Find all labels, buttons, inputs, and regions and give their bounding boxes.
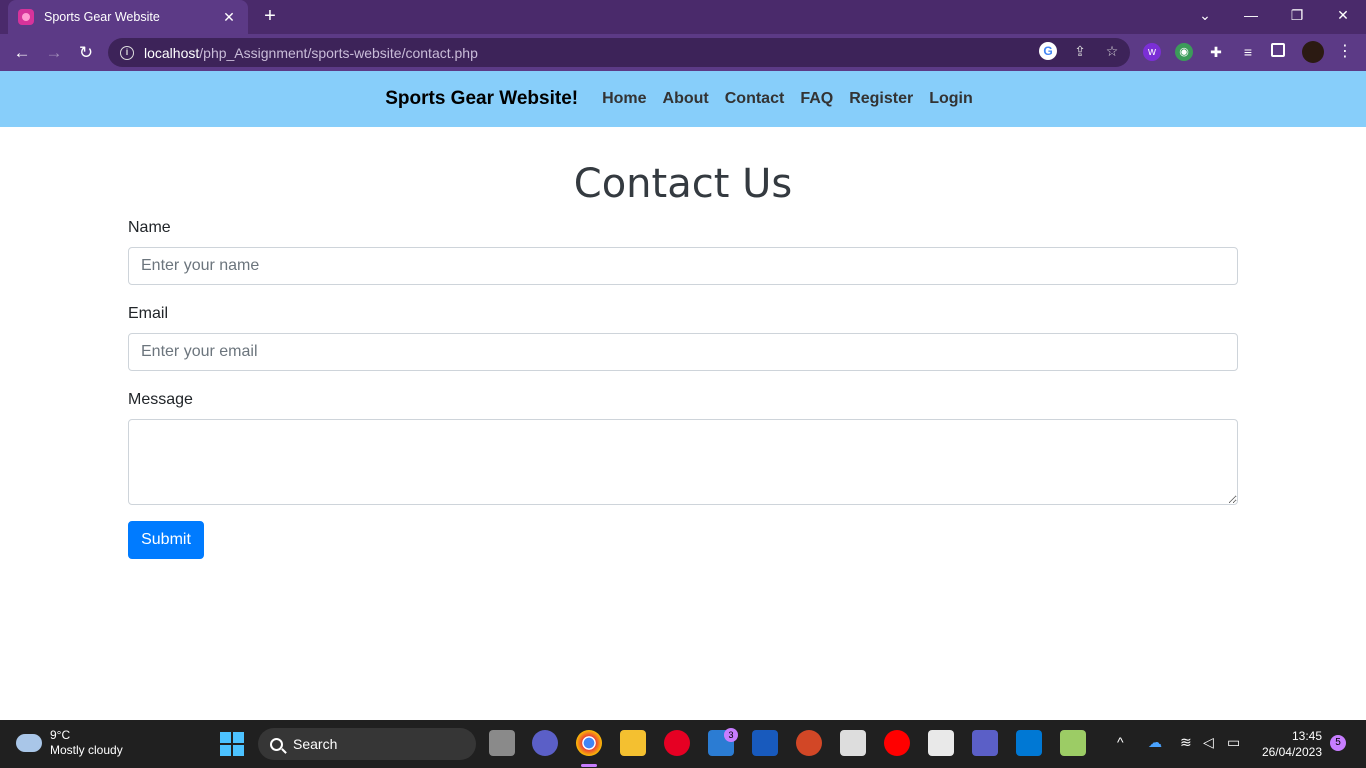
teams-chat-icon[interactable] <box>532 730 558 756</box>
vscode-icon[interactable] <box>1016 730 1042 756</box>
volume-icon[interactable]: ◁ <box>1203 734 1214 751</box>
web-page: Sports Gear Website! Home About Contact … <box>0 71 1366 720</box>
share-icon[interactable]: ⇪ <box>1071 42 1089 60</box>
tab-title: Sports Gear Website <box>44 10 160 24</box>
reading-list-icon[interactable]: ≡ <box>1239 43 1257 61</box>
teams-icon[interactable] <box>972 730 998 756</box>
windows-taskbar: 9°C Mostly cloudy Search 3 ^ ☁ ≋ ◁ ▭ 13:… <box>0 720 1366 768</box>
weather-temperature: 9°C <box>50 728 71 742</box>
forward-button[interactable]: → <box>41 40 67 66</box>
profile-avatar[interactable] <box>1302 41 1324 63</box>
message-textarea[interactable] <box>128 419 1238 505</box>
google-lens-icon[interactable]: G <box>1039 42 1057 60</box>
extension-w-icon[interactable]: w <box>1143 43 1161 61</box>
powerpoint-icon[interactable] <box>796 730 822 756</box>
tab-search-chevron-icon[interactable]: ⌄ <box>1182 0 1228 30</box>
browser-menu-icon[interactable]: ⋮ <box>1336 43 1354 61</box>
name-label: Name <box>128 219 171 236</box>
browser-tabstrip: Sports Gear Website ✕ + ⌄ — ❐ ✕ <box>0 0 1366 34</box>
extension-robot-icon[interactable]: ◉ <box>1175 43 1193 61</box>
nav-home-link[interactable]: Home <box>602 90 646 108</box>
pinterest-icon[interactable] <box>664 730 690 756</box>
site-favicon-icon <box>18 9 34 25</box>
app-cube-icon[interactable] <box>1060 730 1086 756</box>
weather-widget[interactable]: 9°C Mostly cloudy <box>14 728 123 758</box>
mail-badge: 3 <box>724 728 738 742</box>
bookmark-star-icon[interactable]: ☆ <box>1103 42 1121 60</box>
minimize-button[interactable]: — <box>1228 0 1274 30</box>
file-explorer-icon[interactable] <box>620 730 646 756</box>
restore-button[interactable]: ❐ <box>1274 0 1320 30</box>
extensions-puzzle-icon[interactable]: ✚ <box>1207 43 1225 61</box>
submit-button[interactable]: Submit <box>128 521 204 559</box>
weather-condition: Mostly cloudy <box>50 743 123 757</box>
nav-contact-link[interactable]: Contact <box>725 90 785 108</box>
cloudy-weather-icon <box>14 728 42 752</box>
message-label: Message <box>128 391 193 408</box>
windows-start-icon[interactable] <box>220 732 244 756</box>
reload-button[interactable]: ↻ <box>73 40 99 66</box>
site-navbar: Sports Gear Website! Home About Contact … <box>0 71 1366 127</box>
nav-register-link[interactable]: Register <box>849 90 913 108</box>
new-tab-button[interactable]: + <box>258 4 282 28</box>
python-file-icon[interactable] <box>840 730 866 756</box>
wifi-icon[interactable]: ≋ <box>1180 734 1192 751</box>
chrome-icon[interactable] <box>576 730 602 756</box>
address-bar[interactable]: i localhost/php_Assignment/sports-websit… <box>108 38 1130 67</box>
onedrive-icon[interactable]: ☁ <box>1148 734 1162 751</box>
taskbar-clock[interactable]: 13:45 26/04/2023 <box>1262 728 1322 760</box>
email-input[interactable] <box>128 333 1238 371</box>
close-window-button[interactable]: ✕ <box>1320 0 1366 30</box>
battery-icon[interactable]: ▭ <box>1227 734 1240 751</box>
side-panel-icon[interactable] <box>1271 43 1285 57</box>
notification-badge[interactable]: 5 <box>1330 735 1346 751</box>
clock-time: 13:45 <box>1291 729 1322 743</box>
youtube-icon[interactable] <box>884 730 910 756</box>
tray-overflow-icon[interactable]: ^ <box>1117 734 1124 750</box>
nav-faq-link[interactable]: FAQ <box>800 90 833 108</box>
snipping-tool-icon[interactable] <box>928 730 954 756</box>
site-brand[interactable]: Sports Gear Website! <box>385 88 578 110</box>
taskbar-search-label: Search <box>293 736 338 752</box>
page-title: Contact Us <box>573 161 793 207</box>
close-tab-icon[interactable]: ✕ <box>220 9 238 26</box>
site-info-icon[interactable]: i <box>120 45 134 60</box>
email-label: Email <box>128 305 169 322</box>
name-input[interactable] <box>128 247 1238 285</box>
browser-toolbar: ← → ↻ i localhost/php_Assignment/sports-… <box>0 34 1366 71</box>
active-app-indicator <box>581 764 597 767</box>
search-icon <box>270 737 283 751</box>
back-button[interactable]: ← <box>9 40 35 66</box>
clock-date: 26/04/2023 <box>1261 745 1322 759</box>
nav-login-link[interactable]: Login <box>929 90 973 108</box>
url-host: localhost <box>144 44 200 61</box>
url-path: /php_Assignment/sports-website/contact.p… <box>199 44 478 61</box>
nav-about-link[interactable]: About <box>663 90 709 108</box>
word-icon[interactable] <box>752 730 778 756</box>
taskbar-search[interactable]: Search <box>258 728 476 760</box>
task-view-icon[interactable] <box>489 730 515 756</box>
browser-tab[interactable]: Sports Gear Website ✕ <box>8 0 248 34</box>
